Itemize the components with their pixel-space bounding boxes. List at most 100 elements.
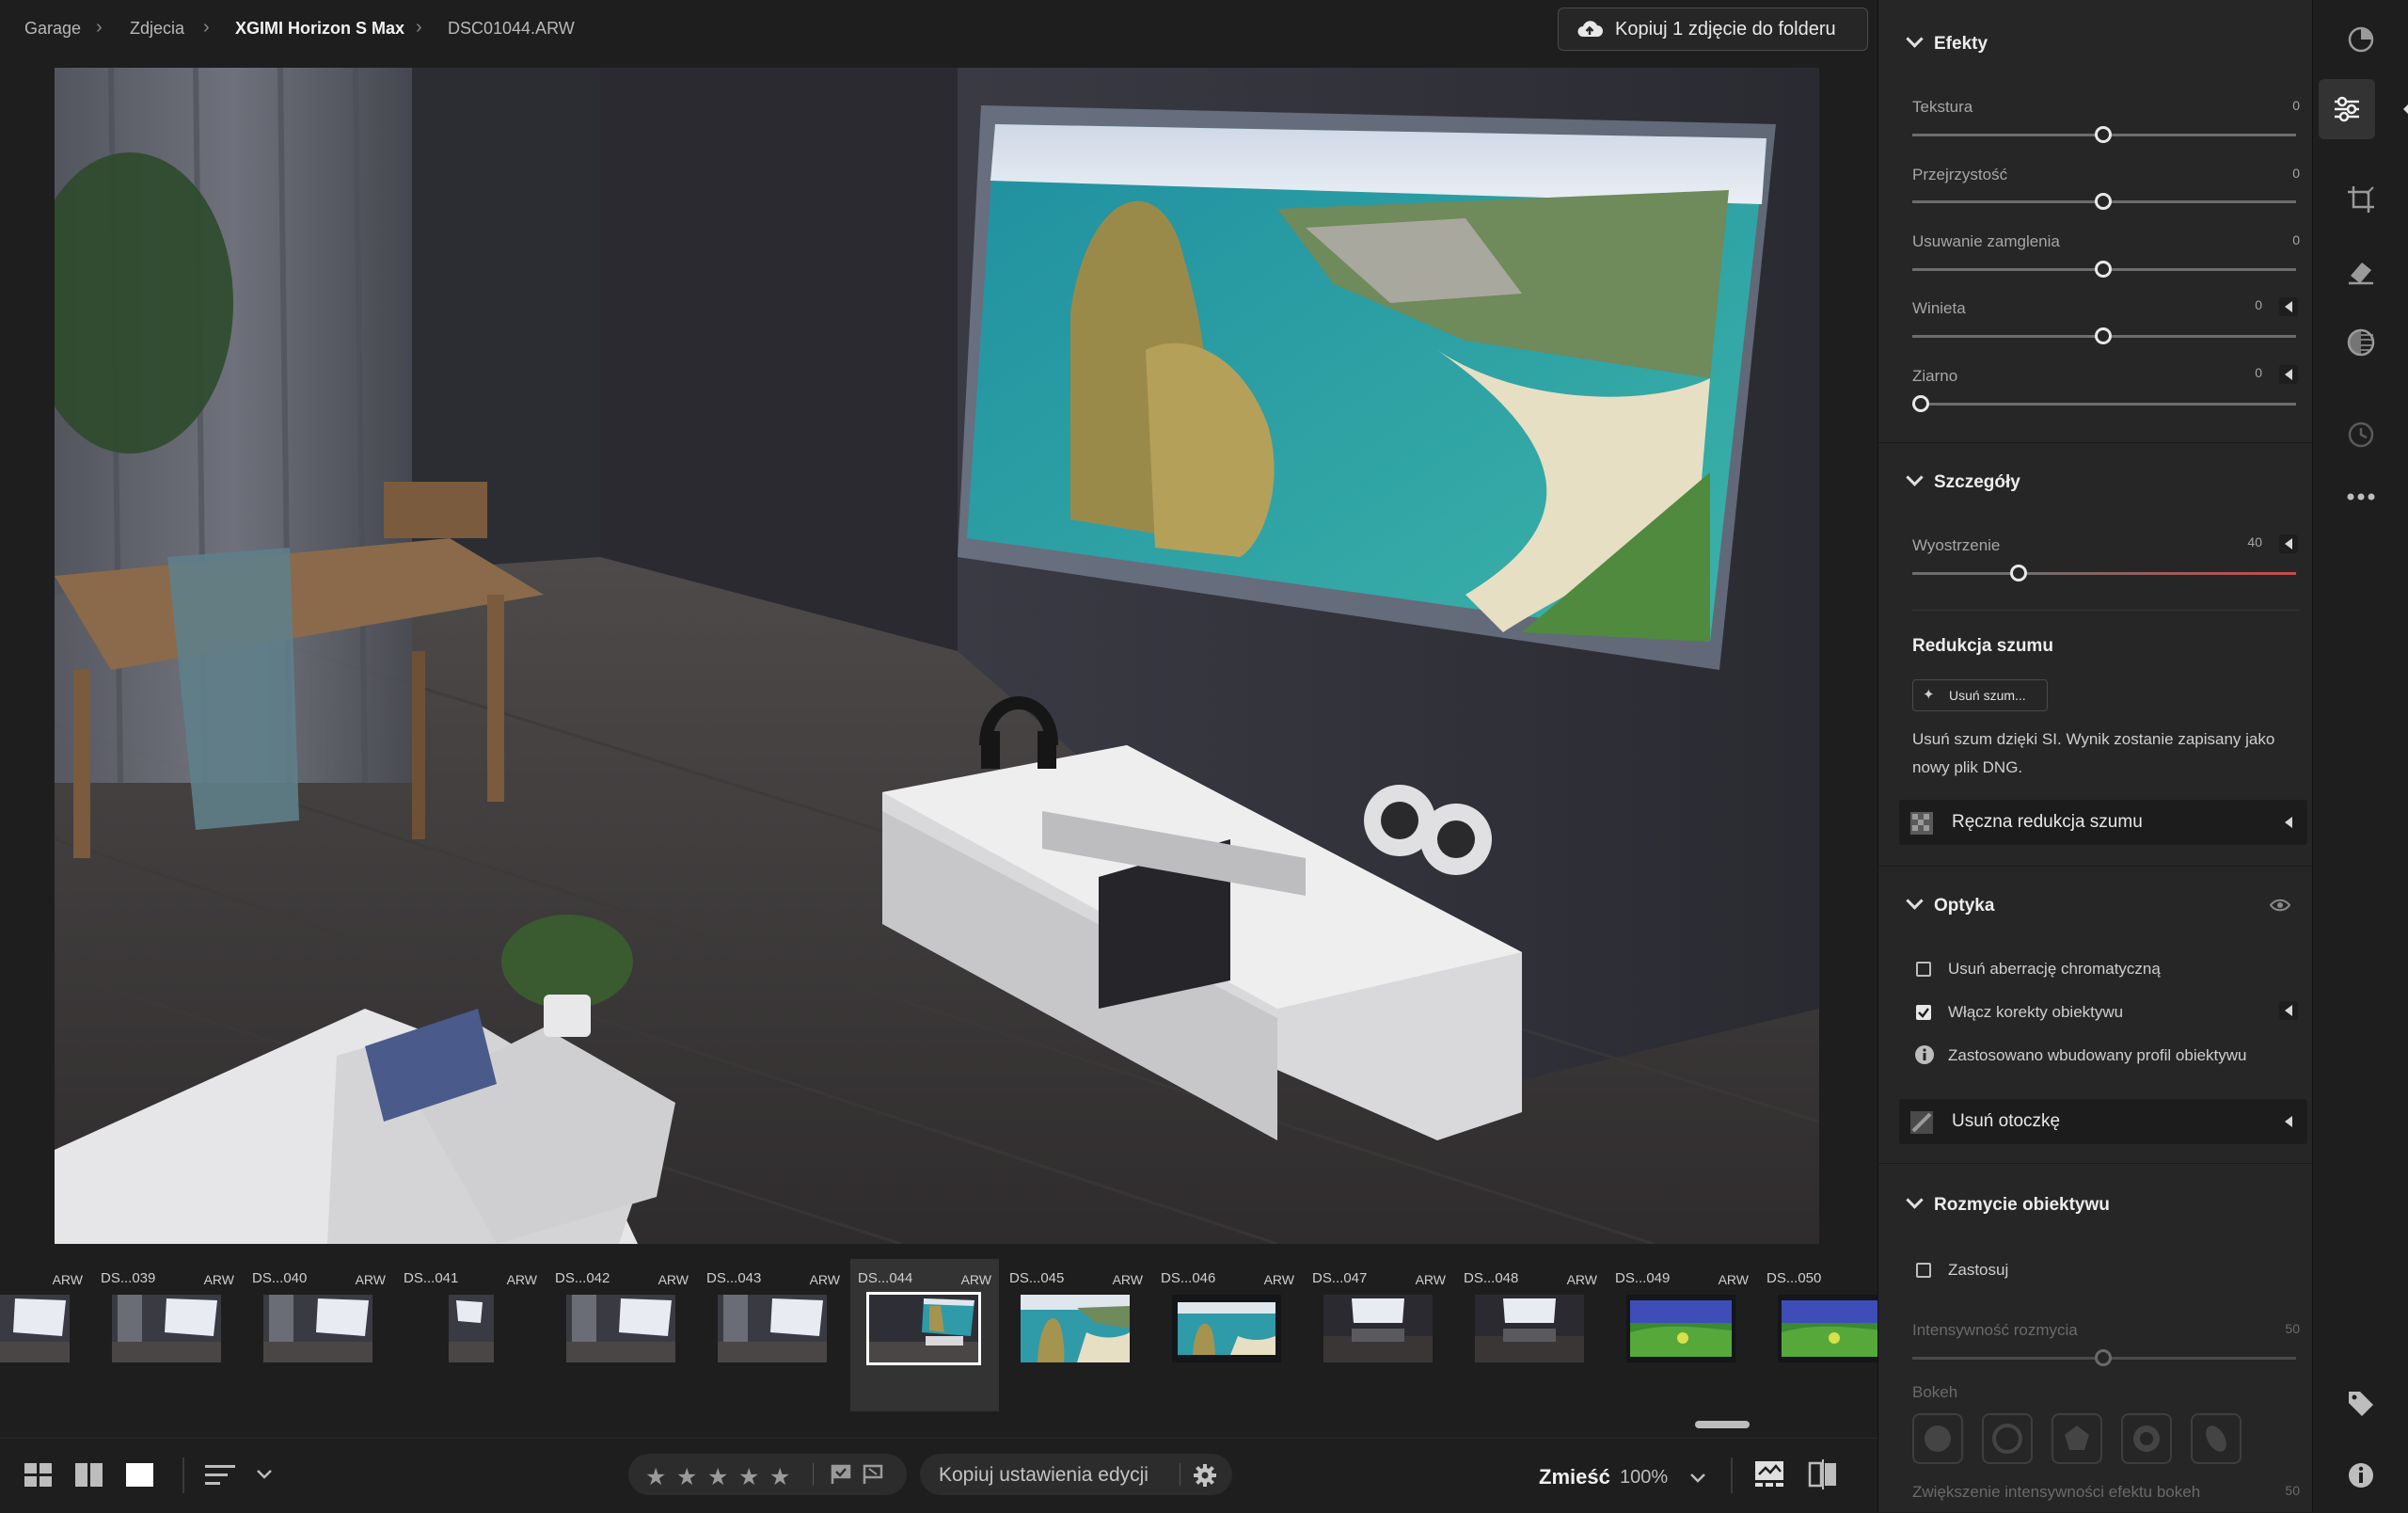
breadcrumb-garage[interactable]: Garage [24,19,81,39]
filmstrip-thumbnail[interactable] [415,1295,524,1362]
filmstrip-item[interactable]: DS...042 ARW [547,1259,696,1411]
filmstrip-item[interactable]: DS...050AR [1759,1259,1877,1411]
slider-value-grain[interactable]: 0 [2217,365,2262,380]
heal-tool[interactable] [2313,241,2408,301]
compare-view-icon[interactable] [75,1463,103,1488]
filmstrip-thumbnail[interactable] [1323,1295,1433,1362]
keywords-tool[interactable] [2313,1374,2408,1434]
before-after-icon[interactable] [1808,1459,1838,1489]
grid-view-icon[interactable] [24,1463,53,1488]
filmstrip-thumbnail[interactable] [718,1295,827,1362]
denoise-button-label: Usuń szum... [1949,688,2026,703]
history-tool[interactable] [2313,405,2408,465]
edit-tool[interactable] [2319,79,2375,139]
filmstrip-item[interactable]: DS...045 ARW [1002,1259,1150,1411]
filmstrip-item[interactable]: DS...040 ARW [245,1259,393,1411]
slider-value-clarity[interactable]: 0 [2255,166,2300,181]
manual-noise-reduction-row[interactable]: Ręczna redukcja szumu [1899,800,2307,845]
expand-sharpen-button[interactable] [2279,534,2298,553]
expand-lens-corrections-button[interactable] [2279,1001,2298,1020]
presets-tool[interactable] [2313,9,2408,70]
filmstrip-thumbnail[interactable] [1475,1295,1584,1362]
expand-vignette-button[interactable] [2279,297,2298,316]
expand-grain-button[interactable] [2279,365,2298,384]
filmstrip-scroll-thumb[interactable] [1695,1421,1750,1428]
filmstrip-item[interactable]: DS...044 ARW [850,1259,999,1411]
single-view-icon[interactable] [126,1463,154,1488]
apply-lens-blur-checkbox[interactable] [1916,1263,1931,1278]
zoom-level[interactable]: 100% [1620,1467,1668,1489]
copy-to-folder-button[interactable]: Kopiuj 1 zdjęcie do folderu [1558,8,1868,51]
slider-value-texture[interactable]: 0 [2255,98,2300,113]
filmstrip-item-ext: ARW [1566,1272,1597,1287]
chromatic-aberration-checkbox[interactable] [1916,962,1931,977]
defringe-row[interactable]: Usuń otoczkę [1899,1099,2307,1144]
star-icon[interactable]: ★ [676,1463,697,1491]
chevron-right-icon: › [96,17,103,38]
slider-value-dehaze[interactable]: 0 [2255,232,2300,247]
slider-knob-clarity[interactable] [2095,193,2112,210]
more-tool[interactable] [2313,467,2408,527]
filmstrip-thumbnail[interactable] [0,1295,70,1362]
filmstrip-item[interactable]: ...038ARW [0,1259,90,1411]
section-detail-header[interactable]: Szczegóły [1906,469,2020,493]
filmstrip-item[interactable]: DS...049 ARW [1608,1259,1756,1411]
filmstrip-thumbnail[interactable] [1778,1295,1877,1362]
slider-value-sharpen[interactable]: 40 [2217,534,2262,549]
filmstrip-item[interactable]: DS...039 ARW [93,1259,242,1411]
star-icon[interactable]: ★ [645,1463,666,1491]
star-icon[interactable]: ★ [738,1463,759,1491]
filmstrip-item[interactable]: DS...047 ARW [1305,1259,1453,1411]
section-optics-header[interactable]: Optyka [1906,892,1994,916]
sort-icon[interactable] [205,1465,237,1486]
filmstrip-item[interactable]: DS...046 ARW [1153,1259,1302,1411]
section-effects-header[interactable]: Efekty [1906,30,1988,55]
filmstrip-thumbnail[interactable] [866,1292,981,1365]
fit-zoom-button[interactable]: Zmieść [1539,1465,1610,1489]
flag-reject-icon[interactable] [862,1464,884,1485]
slider-track-grain[interactable] [1912,403,2296,406]
filmstrip-item[interactable]: DS...048 ARW [1456,1259,1605,1411]
bokeh-circle-button [1912,1413,1963,1464]
lens-corrections-checkbox[interactable] [1916,1005,1931,1020]
masking-tool[interactable] [2313,312,2408,373]
crop-tool[interactable] [2313,169,2408,230]
slider-track-sharpen[interactable] [1912,572,2296,575]
breadcrumb-album[interactable]: XGIMI Horizon S Max [235,19,404,39]
slider-label-clarity: Przejrzystość [1912,166,2008,183]
slider-knob-texture[interactable] [2095,126,2112,143]
slider-value-vignette[interactable]: 0 [2217,297,2262,312]
info-tool[interactable] [2313,1445,2408,1505]
slider-knob-dehaze[interactable] [2095,261,2112,278]
section-lens-blur-header[interactable]: Rozmycie obiektywu [1906,1191,2110,1216]
more-dots-icon [2347,493,2375,501]
filmstrip-item[interactable]: DS...041 ARW [396,1259,545,1411]
filmstrip-toggle-icon[interactable] [1755,1461,1785,1488]
star-icon[interactable]: ★ [707,1463,728,1491]
flag-pick-icon[interactable] [830,1464,852,1485]
slider-knob-vignette[interactable] [2095,327,2112,344]
filmstrip-thumbnail[interactable] [112,1295,221,1362]
bokeh-bubble-icon [1992,1424,2022,1454]
filmstrip-thumbnail[interactable] [1021,1295,1130,1362]
slider-knob-grain[interactable] [1912,395,1929,412]
filmstrip-item-ext: ARW [355,1272,386,1287]
main-photo[interactable] [55,68,1819,1244]
filmstrip-thumbnail[interactable] [566,1295,675,1362]
chevron-down-icon [1906,30,1924,48]
breadcrumb-zdjecia[interactable]: Zdjecia [130,19,184,39]
filmstrip-thumbnail[interactable] [1626,1295,1735,1362]
filmstrip-thumbnail[interactable] [263,1295,372,1362]
copy-settings-button[interactable]: Kopiuj ustawienia edycji [939,1464,1149,1487]
filmstrip-item[interactable]: DS...043 ARW [699,1259,848,1411]
filmstrip-scrollbar[interactable] [0,1419,1877,1430]
gear-icon[interactable] [1193,1463,1217,1488]
slider-knob-sharpen[interactable] [2010,565,2027,581]
chevron-down-icon[interactable] [1689,1473,1706,1484]
denoise-button[interactable]: ✦ Usuń szum... [1912,679,2048,711]
eye-icon[interactable] [2270,898,2290,913]
chevron-down-icon[interactable] [256,1469,273,1480]
star-icon[interactable]: ★ [769,1463,790,1491]
filmstrip-thumbnail[interactable] [1172,1295,1281,1362]
denoise-description-line1: Usuń szum dzięki SI. Wynik zostanie zapi… [1912,730,2275,748]
